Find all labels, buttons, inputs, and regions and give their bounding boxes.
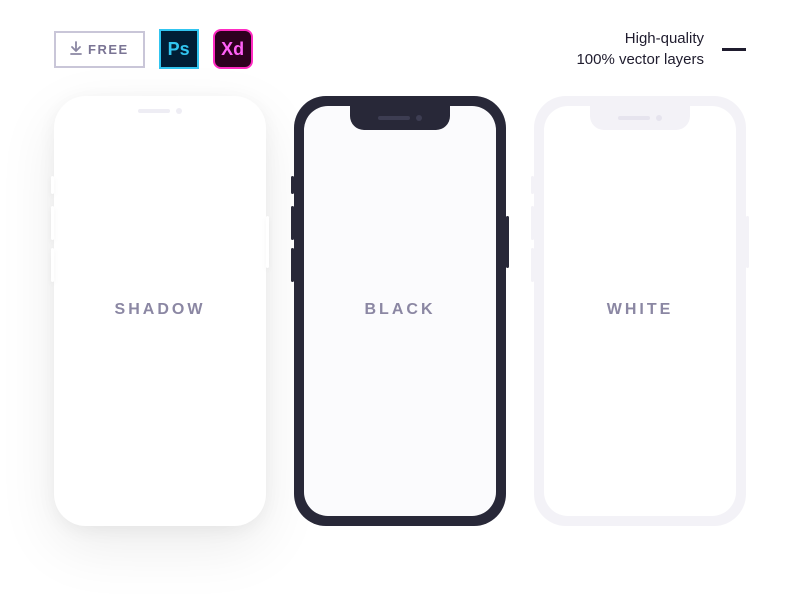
xd-icon[interactable]: Xd [213, 29, 253, 69]
volume-down-button [531, 248, 534, 282]
phone-label-shadow: SHADOW [115, 301, 206, 319]
dash-icon [722, 48, 746, 51]
phones-row: SHADOW BLACK [54, 96, 746, 526]
phone-screen: WHITE [544, 106, 736, 516]
volume-up-button [531, 206, 534, 240]
header-left: FREE Ps Xd [54, 29, 253, 69]
speaker-icon [378, 116, 410, 120]
phone-mockup-white: WHITE [534, 96, 746, 526]
phone-shadow-wrap: SHADOW [54, 96, 266, 526]
phone-black-wrap: BLACK [294, 96, 506, 526]
phone-mockup-black: BLACK [294, 96, 506, 526]
phone-label-black: BLACK [365, 301, 436, 319]
mute-switch [291, 176, 294, 194]
camera-icon [656, 115, 662, 121]
mute-switch [531, 176, 534, 194]
camera-icon [176, 108, 182, 114]
tagline-line-2: 100% vector layers [576, 49, 704, 70]
notch [590, 106, 690, 130]
header: FREE Ps Xd High-quality 100% vector laye… [54, 28, 746, 70]
mute-switch [51, 176, 54, 194]
ps-label: Ps [168, 39, 190, 60]
free-badge[interactable]: FREE [54, 31, 145, 68]
speaker-icon [618, 116, 650, 120]
camera-icon [416, 115, 422, 121]
download-icon [70, 41, 82, 58]
volume-up-button [291, 206, 294, 240]
volume-up-button [51, 206, 54, 240]
phone-screen: BLACK [304, 106, 496, 516]
power-button [506, 216, 509, 268]
speaker-icon [138, 109, 170, 113]
tagline: High-quality 100% vector layers [576, 28, 704, 70]
volume-down-button [291, 248, 294, 282]
notch-sensors [138, 108, 182, 114]
photoshop-icon[interactable]: Ps [159, 29, 199, 69]
phone-white-wrap: WHITE [534, 96, 746, 526]
notch-sensors [378, 115, 422, 121]
phone-mockup-shadow: SHADOW [54, 96, 266, 526]
free-label: FREE [88, 42, 129, 57]
notch-sensors [618, 115, 662, 121]
power-button [266, 216, 269, 268]
phone-label-white: WHITE [607, 301, 674, 319]
volume-down-button [51, 248, 54, 282]
header-right: High-quality 100% vector layers [576, 28, 746, 70]
power-button [746, 216, 749, 268]
xd-label: Xd [221, 39, 244, 60]
tagline-line-1: High-quality [576, 28, 704, 49]
notch [350, 106, 450, 130]
